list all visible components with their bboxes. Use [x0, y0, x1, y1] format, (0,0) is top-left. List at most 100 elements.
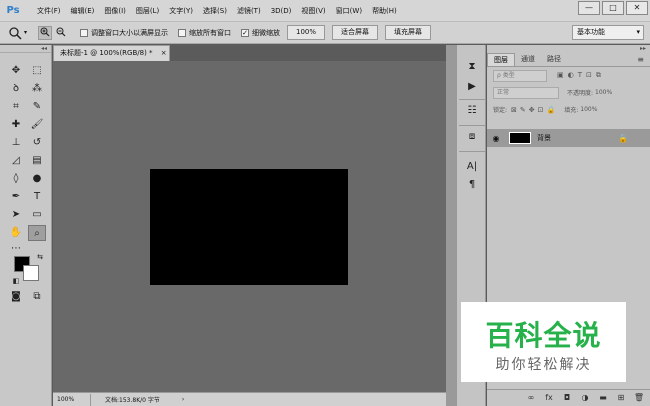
- tab-paths[interactable]: 路径: [541, 53, 567, 66]
- trash-icon[interactable]: 🗑: [632, 392, 646, 404]
- layer-kind-filter[interactable]: ρ 类型: [493, 69, 547, 82]
- pen-tool-icon[interactable]: ✒: [7, 189, 25, 205]
- crop-tool-icon[interactable]: ⌗: [7, 99, 25, 115]
- layer-style-icon[interactable]: fx: [542, 392, 556, 404]
- lock-row: 锁定: ⊠✎✥⊡🔒 填充: 100%: [487, 101, 650, 118]
- dodge-tool-icon[interactable]: ●: [28, 171, 46, 187]
- filter-icons[interactable]: ▣◐T⊡⧉: [557, 71, 605, 80]
- resize-windows-checkbox[interactable]: [80, 28, 88, 37]
- strip-divider: [459, 151, 485, 152]
- panel-tabs: 图层 通道 路径: [487, 53, 650, 67]
- quick-mask-icon[interactable]: ◙: [7, 289, 25, 305]
- menu-type[interactable]: 文字(Y): [164, 0, 198, 22]
- new-group-icon[interactable]: ▬: [596, 392, 610, 404]
- hand-tool-icon[interactable]: ✋: [7, 225, 25, 241]
- brush-tool-icon[interactable]: 🖌: [28, 117, 46, 133]
- opacity-label: 不透明度:: [567, 90, 594, 97]
- eye-icon[interactable]: ◉: [489, 134, 503, 143]
- layer-row-background[interactable]: ◉ 背景 🔒: [487, 129, 650, 147]
- menu-window[interactable]: 窗口(W): [331, 0, 367, 22]
- panel-collapse-icon[interactable]: ◂◂: [0, 45, 51, 53]
- link-layers-icon[interactable]: ∞: [524, 392, 538, 404]
- properties-panel-icon[interactable]: ☷: [462, 103, 482, 119]
- clone-stamp-tool-icon[interactable]: ⊥: [7, 135, 25, 151]
- menu-edit[interactable]: 编辑(E): [66, 0, 100, 22]
- document-tab[interactable]: 未标题-1 @ 100%(RGB/8) * ×: [53, 45, 170, 61]
- zoom-all-option[interactable]: 缩放所有窗口: [178, 28, 231, 38]
- zoom-100-button[interactable]: 100%: [287, 25, 326, 40]
- tool-preset-picker[interactable]: ▾: [8, 24, 36, 42]
- new-layer-icon[interactable]: ⊞: [614, 392, 628, 404]
- document-canvas[interactable]: [150, 169, 348, 285]
- menu-file[interactable]: 文件(F): [32, 0, 66, 22]
- scrubby-zoom-option[interactable]: ✓ 细微缩放: [241, 28, 280, 38]
- swap-colors-icon[interactable]: ⇆: [31, 249, 49, 265]
- lock-icons[interactable]: ⊠✎✥⊡🔒: [511, 106, 558, 114]
- zoom-in-button[interactable]: [38, 25, 52, 40]
- menu-select[interactable]: 选择(S): [198, 0, 232, 22]
- healing-brush-tool-icon[interactable]: ✚: [7, 117, 25, 133]
- gradient-tool-icon[interactable]: ▤: [28, 153, 46, 169]
- more-tools-icon[interactable]: ⋯: [7, 241, 25, 257]
- type-tool-icon[interactable]: T: [28, 189, 46, 205]
- rectangle-tool-icon[interactable]: ▭: [28, 207, 46, 223]
- maximize-button[interactable]: □: [602, 1, 624, 15]
- zoom-in-icon: [40, 27, 50, 36]
- menu-filter[interactable]: 滤镜(T): [232, 0, 266, 22]
- close-icon[interactable]: ×: [161, 49, 167, 57]
- zoom-all-checkbox[interactable]: [178, 28, 186, 37]
- fill-value[interactable]: 100%: [580, 106, 597, 113]
- libraries-panel-icon[interactable]: ⧈: [462, 129, 482, 145]
- eraser-tool-icon[interactable]: ◿: [7, 153, 25, 169]
- panel-menu-icon[interactable]: ≡: [637, 55, 644, 64]
- opacity-value[interactable]: 100%: [595, 89, 612, 96]
- path-selection-tool-icon[interactable]: ➤: [7, 207, 25, 223]
- paragraph-panel-icon[interactable]: ¶: [462, 177, 482, 193]
- layer-mask-icon[interactable]: ◘: [560, 392, 574, 404]
- tab-layers[interactable]: 图层: [487, 53, 515, 66]
- blend-mode-select[interactable]: 正常: [493, 86, 559, 99]
- menu-3d[interactable]: 3D(D): [266, 0, 297, 22]
- status-bar: 100% 文档:153.8K/0 字节 ›: [53, 392, 446, 406]
- vertical-scrollbar[interactable]: [446, 45, 456, 406]
- fit-screen-button[interactable]: 适合屏幕: [332, 25, 379, 40]
- tab-channels[interactable]: 通道: [515, 53, 541, 66]
- screen-mode-icon[interactable]: ⧉: [28, 289, 46, 305]
- workspace-value: 基本功能: [577, 28, 605, 36]
- menu-view[interactable]: 视图(V): [296, 0, 330, 22]
- menu-image[interactable]: 图像(I): [99, 0, 131, 22]
- resize-windows-option[interactable]: 调整窗口大小以满屏显示: [80, 28, 168, 38]
- fill-label: 填充:: [564, 107, 579, 114]
- close-button[interactable]: ✕: [626, 1, 648, 15]
- strip-divider: [459, 99, 485, 100]
- scrubby-zoom-checkbox[interactable]: ✓: [241, 28, 249, 37]
- zoom-tool-icon[interactable]: ⌕: [28, 225, 46, 241]
- blur-tool-icon[interactable]: ◊: [7, 171, 25, 187]
- history-panel-icon[interactable]: ⧗: [462, 59, 482, 75]
- menu-help[interactable]: 帮助(H): [367, 0, 402, 22]
- move-tool-icon[interactable]: ✥: [7, 63, 25, 79]
- window-controls: — □ ✕: [576, 1, 648, 15]
- fill-screen-button[interactable]: 填充屏幕: [385, 25, 432, 40]
- character-panel-icon[interactable]: A|: [462, 159, 482, 175]
- workspace-select[interactable]: 基本功能 ▾: [572, 25, 644, 40]
- minimize-button[interactable]: —: [578, 1, 600, 15]
- canvas-area[interactable]: [53, 61, 446, 392]
- actions-panel-icon[interactable]: ▶: [462, 79, 482, 95]
- resize-windows-label: 调整窗口大小以满屏显示: [91, 28, 168, 37]
- eyedropper-tool-icon[interactable]: ✎: [28, 99, 46, 115]
- chevron-right-icon[interactable]: ›: [182, 396, 184, 403]
- zoom-out-button[interactable]: [54, 25, 68, 40]
- magic-wand-tool-icon[interactable]: ⁂: [28, 81, 46, 97]
- background-color-swatch[interactable]: [23, 265, 39, 281]
- history-brush-tool-icon[interactable]: ↺: [28, 135, 46, 151]
- zoom-all-label: 缩放所有窗口: [189, 28, 231, 37]
- menu-bar: Ps 文件(F) 编辑(E) 图像(I) 图层(L) 文字(Y) 选择(S) 滤…: [0, 0, 650, 22]
- adjustment-layer-icon[interactable]: ◑: [578, 392, 592, 404]
- zoom-level-field[interactable]: 100%: [53, 393, 91, 406]
- menu-layer[interactable]: 图层(L): [131, 0, 164, 22]
- marquee-tool-icon[interactable]: ⬚: [28, 63, 46, 79]
- default-colors-icon[interactable]: ◧: [7, 273, 25, 289]
- lasso-tool-icon[interactable]: ꝺ: [7, 81, 25, 97]
- panel-collapse-icon[interactable]: ▸▸: [487, 45, 650, 53]
